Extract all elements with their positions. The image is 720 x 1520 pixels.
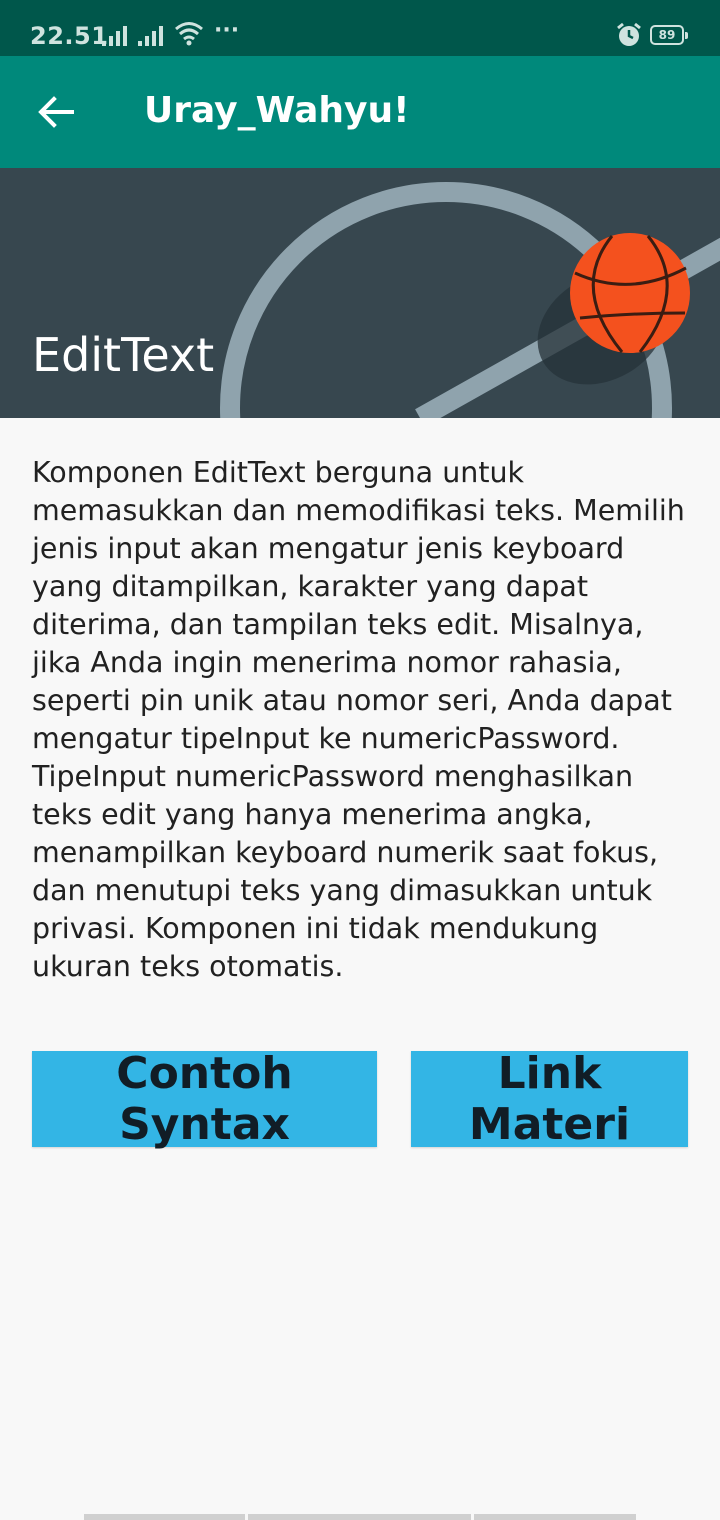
section-title: EditText: [32, 328, 215, 382]
header-banner: EditText: [0, 168, 720, 418]
page-title: Uray_Wahyu!: [144, 90, 410, 131]
arrow-left-icon[interactable]: [36, 92, 76, 132]
alarm-icon: [617, 22, 641, 46]
signal-icon: [102, 26, 127, 46]
syntax-example-button[interactable]: Contoh Syntax: [32, 1048, 377, 1150]
nav-hint-center: [248, 1514, 471, 1520]
basketball-icon: [570, 233, 690, 353]
description-text: Komponen EditText berguna untuk memasukk…: [32, 456, 685, 983]
material-link-button[interactable]: Link Materi: [411, 1048, 688, 1150]
status-bar: 22.51 ··· 89: [0, 0, 720, 56]
nav-hint-left: [84, 1514, 245, 1520]
battery-icon: 89: [650, 25, 688, 45]
more-notifications-icon: ···: [214, 18, 240, 43]
nav-hint-right: [474, 1514, 636, 1520]
status-time: 22.51: [30, 22, 109, 50]
signal-icon-2: [138, 26, 163, 46]
wifi-icon: [175, 22, 203, 46]
